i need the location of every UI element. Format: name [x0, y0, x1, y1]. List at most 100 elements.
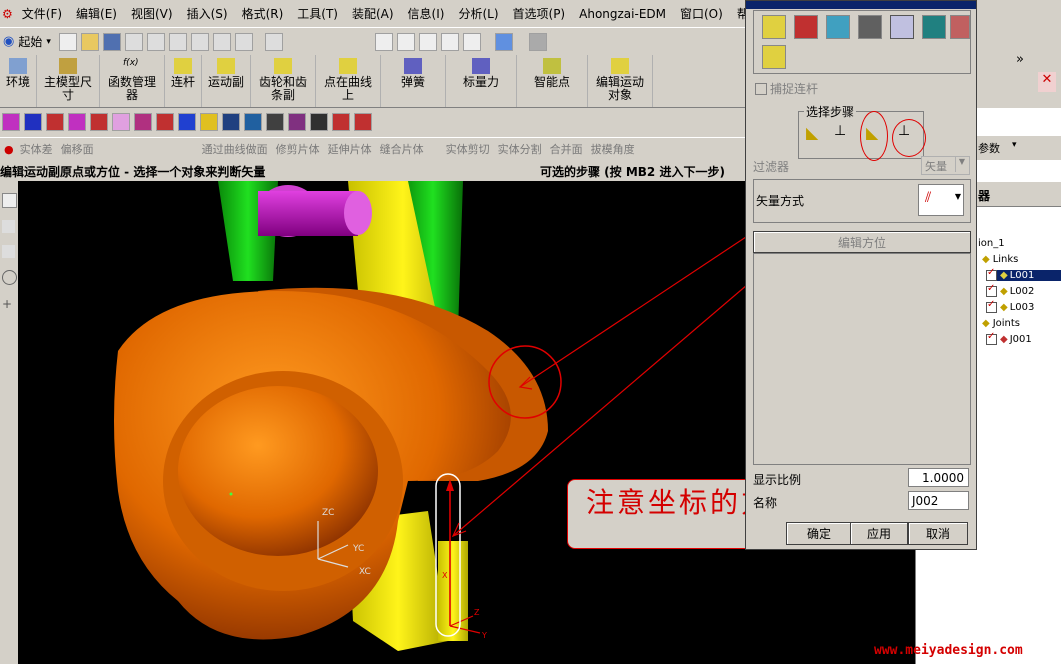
menu-tools[interactable]: 工具(T) [290, 5, 345, 22]
visibility-checkbox[interactable] [986, 283, 997, 297]
spring-button[interactable]: 弹簧 [381, 55, 447, 107]
tool-icon-16[interactable] [332, 113, 350, 131]
master-model-dimension-button[interactable]: 主模型尺寸 [37, 55, 101, 107]
ok-button[interactable]: 确定 [786, 522, 852, 545]
paste-icon[interactable] [168, 32, 187, 51]
select-filter-icon[interactable] [264, 32, 283, 51]
tree-link-l002[interactable]: ◆L002 [986, 283, 1034, 297]
undo-icon[interactable] [212, 32, 231, 51]
capture-link-checkbox[interactable] [755, 83, 767, 95]
dialog-titlebar[interactable] [746, 1, 976, 9]
screw-joint-icon[interactable] [858, 15, 882, 39]
environment-button[interactable]: 环境 [0, 55, 38, 107]
solid-split-label[interactable]: 实体分割 [494, 141, 546, 157]
pan-icon[interactable] [462, 32, 481, 51]
tree-link-l001[interactable]: ◆L001 [986, 267, 1061, 281]
save-icon[interactable] [102, 32, 121, 51]
tool-icon-10[interactable] [200, 113, 218, 131]
menu-insert[interactable]: 插入(S) [180, 5, 235, 22]
menu-window[interactable]: 窗口(O) [673, 5, 730, 22]
sew-sheet-label[interactable]: 缝合片体 [376, 141, 428, 157]
point-on-curve-button[interactable]: 点在曲线上 [316, 55, 382, 107]
menu-info[interactable]: 信息(I) [401, 5, 452, 22]
link-button[interactable]: 连杆 [165, 55, 203, 107]
tool-icon-17[interactable] [354, 113, 372, 131]
trim-sheet-label[interactable]: 修剪片体 [272, 141, 324, 157]
dropdown-icon[interactable]: ▾ [46, 37, 51, 47]
line-tool-icon[interactable] [2, 220, 15, 233]
subtract-label[interactable]: 实体差 [16, 141, 57, 157]
tool-icon-13[interactable] [266, 113, 284, 131]
slider-joint-icon[interactable] [794, 15, 818, 39]
merge-face-label[interactable]: 合并面 [546, 141, 587, 157]
tool-icon-3[interactable] [46, 113, 64, 131]
edit-motion-object-button[interactable]: 编辑运动对象 [588, 55, 654, 107]
tool-icon-7[interactable] [134, 113, 152, 131]
circle-tool-icon[interactable] [2, 270, 17, 285]
plus-tool-icon[interactable]: + [2, 297, 16, 311]
display-scale-input[interactable]: 1.0000 [908, 468, 969, 487]
planar-joint-icon[interactable] [950, 15, 970, 39]
render-style-icon[interactable] [528, 32, 547, 51]
tool-icon-9[interactable] [178, 113, 196, 131]
spherical-joint-icon[interactable] [922, 15, 946, 39]
menu-file[interactable]: 文件(F) [15, 5, 69, 22]
motion-close-icon[interactable]: ✕ [1038, 72, 1056, 92]
cube-view-icon[interactable] [494, 32, 513, 51]
universal-joint-icon[interactable] [890, 15, 914, 39]
open-file-icon[interactable] [80, 32, 99, 51]
tool-icon-1[interactable] [2, 113, 20, 131]
tree-root[interactable]: ion_1 [978, 238, 1005, 249]
tool-icon-2[interactable] [24, 113, 42, 131]
tool-icon-15[interactable] [310, 113, 328, 131]
tool-icon-12[interactable] [244, 113, 262, 131]
new-file-icon[interactable] [58, 32, 77, 51]
tool-icon-6[interactable] [112, 113, 130, 131]
revolute-joint-icon[interactable] [762, 15, 786, 39]
offset-face-label[interactable]: 偏移面 [57, 141, 98, 157]
start-button[interactable]: 起始 [18, 33, 42, 50]
tree-joint-j001[interactable]: ◆J001 [986, 331, 1032, 345]
gear-rack-button[interactable]: 齿轮和齿条副 [251, 55, 317, 107]
tree-link-l003[interactable]: ◆L003 [986, 299, 1034, 313]
tool-icon-4[interactable] [68, 113, 86, 131]
menu-view[interactable]: 视图(V) [124, 5, 180, 22]
menu-preferences[interactable]: 首选项(P) [506, 5, 573, 22]
vector-method-select[interactable]: ⫽ ▼ [918, 184, 964, 216]
tree-links[interactable]: ◆ Links [982, 254, 1018, 265]
cancel-button[interactable]: 取消 [908, 522, 968, 545]
function-manager-button[interactable]: f(x) 函数管理器 [100, 55, 166, 107]
rotate-icon[interactable] [440, 32, 459, 51]
arc-tool-icon[interactable] [2, 245, 15, 258]
menu-edm[interactable]: Ahongzai-EDM [572, 7, 673, 21]
filter-select[interactable]: 矢量 ▼ [921, 156, 970, 175]
cut-icon[interactable] [124, 32, 143, 51]
menu-format[interactable]: 格式(R) [235, 5, 291, 22]
more-chevron-icon[interactable]: » [1016, 52, 1024, 67]
menu-assembly[interactable]: 装配(A) [345, 5, 401, 22]
solid-cut-label[interactable]: 实体剪切 [442, 141, 494, 157]
apply-button[interactable]: 应用 [850, 522, 908, 545]
scalar-force-button[interactable]: 标量力 [446, 55, 518, 107]
copy-icon[interactable] [146, 32, 165, 51]
tool-icon-5[interactable] [90, 113, 108, 131]
joint-button[interactable]: 运动副 [202, 55, 252, 107]
tool-icon-8[interactable] [156, 113, 174, 131]
visibility-checkbox[interactable] [986, 299, 997, 313]
visibility-checkbox[interactable] [986, 331, 997, 345]
tool-icon-14[interactable] [288, 113, 306, 131]
magnify-icon[interactable] [418, 32, 437, 51]
menu-analysis[interactable]: 分析(L) [451, 5, 505, 22]
select-arrow-icon[interactable] [2, 193, 17, 208]
cylindrical-joint-icon[interactable] [826, 15, 850, 39]
delete-icon[interactable] [190, 32, 209, 51]
step-select-link-icon[interactable]: ◣ [806, 123, 818, 142]
edit-orientation-button[interactable]: 编辑方位 [753, 231, 971, 253]
tree-joints[interactable]: ◆ Joints [982, 318, 1020, 329]
fixed-joint-icon[interactable] [762, 45, 786, 69]
visibility-checkbox[interactable] [986, 267, 997, 281]
draft-angle-label[interactable]: 拔模角度 [587, 141, 639, 157]
fit-view-icon[interactable] [374, 32, 393, 51]
tool-icon-11[interactable] [222, 113, 240, 131]
menu-edit[interactable]: 编辑(E) [69, 5, 124, 22]
